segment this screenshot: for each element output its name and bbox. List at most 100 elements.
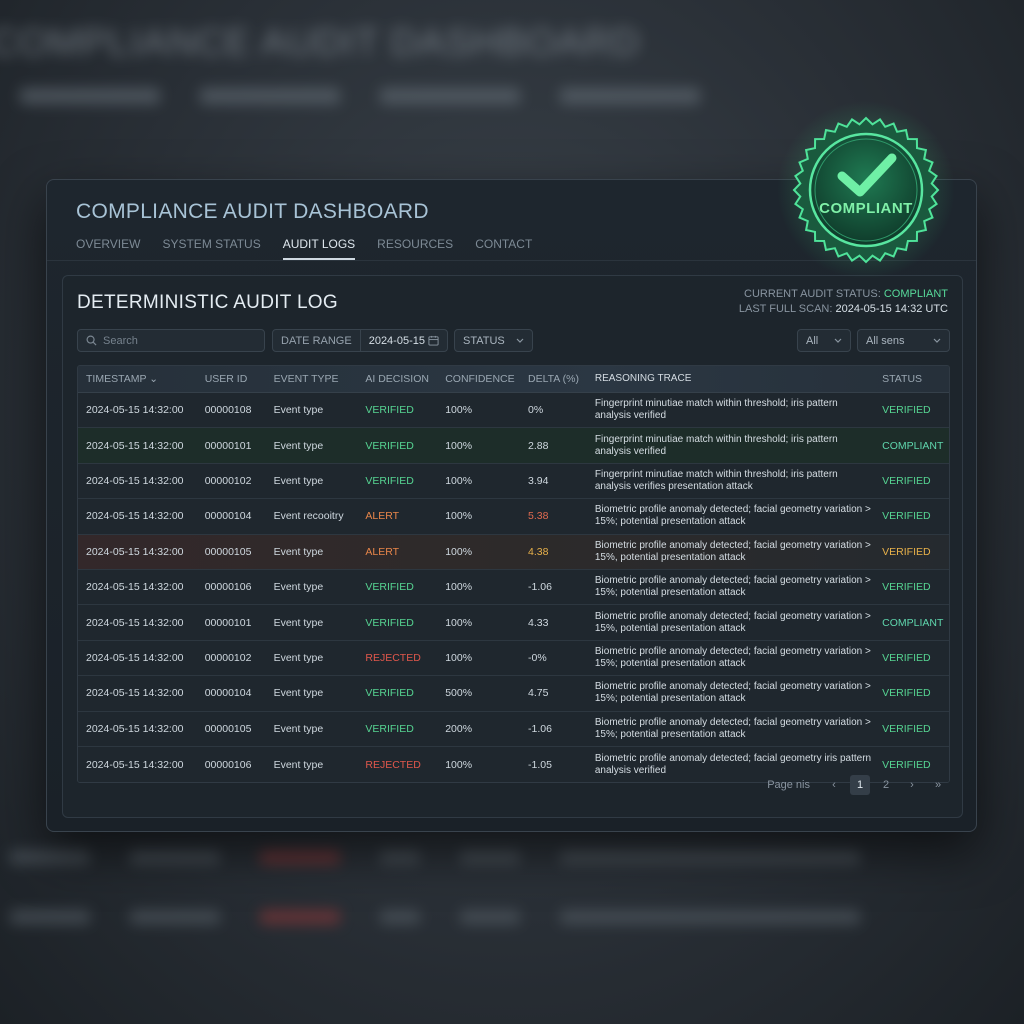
all-filter-select[interactable]: All [797, 329, 851, 352]
cell-delta: 2.88 [528, 439, 549, 452]
column-header-status[interactable]: STATUS [874, 373, 949, 385]
tab-system-status[interactable]: SYSTEM STATUS [162, 237, 260, 260]
cell-confidence: 100% [445, 510, 473, 523]
cell-confidence: 100% [445, 439, 473, 452]
cell-status: VERIFIED [882, 474, 931, 487]
cell-timestamp: 2024-05-15 14:32:00 [86, 722, 184, 735]
table-row[interactable]: 2024-05-15 14:32:00 00000102 Event type REJ… [78, 640, 949, 677]
search-box[interactable] [77, 329, 265, 352]
cell-reasoning-trace: Biometric profile anomaly detected; faci… [594, 645, 871, 669]
cell-timestamp: 2024-05-15 14:32:00 [86, 581, 184, 594]
table-row[interactable]: 2024-05-15 14:32:00 00000102 Event type VER… [78, 463, 949, 500]
cell-ai-decision: VERIFIED [365, 722, 414, 735]
cell-confidence: 100% [445, 758, 473, 771]
background-row [0, 840, 1024, 874]
cell-user-id: 00000101 [204, 616, 252, 629]
prev-page-button[interactable]: ‹ [824, 775, 844, 795]
app-title: COMPLIANCE AUDIT DASHBOARD [76, 200, 429, 223]
date-range-picker[interactable]: DATE RANGE 2024-05-15 [272, 329, 448, 352]
page-2-button[interactable]: 2 [876, 775, 896, 795]
cell-confidence: 100% [445, 404, 473, 417]
table-row[interactable]: 2024-05-15 14:32:00 00000101 Event type VER… [78, 428, 949, 464]
table-row[interactable]: 2024-05-15 14:32:00 00000104 Event type VER… [78, 676, 949, 712]
cell-status: VERIFIED [882, 722, 931, 735]
cell-delta: 4.33 [528, 616, 549, 629]
cell-ai-decision: REJECTED [365, 758, 421, 771]
cell-user-id: 00000105 [204, 722, 252, 735]
table-header: TIMESTAMP ⌄ USER ID EVENT TYPE AI DECISI… [78, 366, 949, 393]
cell-reasoning-trace: Fingerprint minutiae match within thresh… [594, 468, 838, 492]
nav-tabs: OVERVIEW SYSTEM STATUS AUDIT LOGS RESOUR… [76, 237, 532, 260]
cell-user-id: 00000105 [204, 545, 252, 558]
cell-delta: 4.38 [528, 545, 549, 558]
table-row[interactable]: 2024-05-15 14:32:00 00000108 Event type VER… [78, 393, 949, 429]
column-header-confidence[interactable]: CONFIDENCE [437, 373, 520, 385]
calendar-icon[interactable] [428, 335, 439, 346]
last-page-button[interactable]: » [928, 775, 948, 795]
audit-status-label: CURRENT AUDIT STATUS: [744, 288, 881, 300]
cell-user-id: 00000108 [204, 404, 252, 417]
table-row[interactable]: 2024-05-15 14:32:00 00000105 Event type VER… [78, 711, 949, 747]
table-row[interactable]: 2024-05-15 14:32:00 00000105 Event type ALE… [78, 534, 949, 570]
audit-log-panel: DETERMINISTIC AUDIT LOG CURRENT AUDIT ST… [62, 275, 963, 818]
cell-delta: 4.75 [528, 687, 549, 700]
cell-event-type: Event type [273, 651, 324, 664]
tab-contact[interactable]: CONTACT [475, 237, 532, 260]
cell-user-id: 00000104 [204, 510, 252, 523]
cell-confidence: 100% [445, 474, 473, 487]
next-page-button[interactable]: › [902, 775, 922, 795]
cell-timestamp: 2024-05-15 14:32:00 [86, 651, 184, 664]
cell-user-id: 00000104 [204, 687, 252, 700]
cell-event-type: Event type [273, 439, 324, 452]
table-row[interactable]: 2024-05-15 14:32:00 00000101 Event type VER… [78, 605, 949, 641]
table-row[interactable]: 2024-05-15 14:32:00 00000104 Event recooit… [78, 499, 949, 535]
column-header-ai-decision[interactable]: AI DECISION [357, 373, 437, 385]
cell-status: VERIFIED [882, 510, 931, 523]
cell-confidence: 100% [445, 651, 473, 664]
column-header-event-type[interactable]: EVENT TYPE [266, 373, 358, 385]
column-header-timestamp[interactable]: TIMESTAMP ⌄ [78, 373, 197, 385]
tab-overview[interactable]: OVERVIEW [76, 237, 140, 260]
cell-ai-decision: VERIFIED [365, 404, 414, 417]
table-body: 2024-05-15 14:32:00 00000108 Event type VER… [78, 393, 949, 783]
column-header-user-id[interactable]: USER ID [197, 373, 266, 385]
cell-status: COMPLIANT [882, 616, 944, 629]
cell-reasoning-trace: Biometric profile anomaly detected; faci… [594, 716, 871, 740]
cell-timestamp: 2024-05-15 14:32:00 [86, 687, 184, 700]
sort-chevron-icon: ⌄ [149, 373, 159, 385]
column-header-reasoning-trace[interactable]: REASONING TRACE [587, 373, 874, 385]
cell-delta: 5.38 [528, 510, 549, 523]
tab-resources[interactable]: RESOURCES [377, 237, 453, 260]
table-row[interactable]: 2024-05-15 14:32:00 00000106 Event type VER… [78, 569, 949, 606]
filter-bar: DATE RANGE 2024-05-15 STATUS All All sen… [77, 329, 950, 353]
cell-event-type: Event type [273, 687, 324, 700]
column-header-delta[interactable]: DELTA (%) [520, 373, 587, 385]
cell-ai-decision: REJECTED [365, 651, 421, 664]
cell-event-type: Event type [273, 474, 324, 487]
pagination: Page nis ‹ 1 2 › » [767, 775, 948, 795]
cell-reasoning-trace: Fingerprint minutiae match within thresh… [594, 433, 838, 457]
cell-user-id: 00000102 [204, 651, 252, 664]
cell-status: VERIFIED [882, 545, 931, 558]
pagination-label: Page nis [767, 779, 810, 791]
all-filter-value: All [806, 334, 819, 347]
date-range-label: DATE RANGE [273, 330, 361, 351]
status-filter-select[interactable]: STATUS [454, 329, 533, 352]
cell-event-type: Event type [273, 545, 324, 558]
cell-ai-decision: VERIFIED [365, 439, 414, 452]
cell-delta: -1.05 [528, 758, 552, 771]
tab-audit-logs[interactable]: AUDIT LOGS [282, 237, 356, 260]
cell-reasoning-trace: Biometric profile anomaly detected; faci… [594, 575, 871, 599]
cell-timestamp: 2024-05-15 14:32:00 [86, 439, 184, 452]
page-1-button[interactable]: 1 [850, 775, 870, 795]
sensitivity-filter-select[interactable]: All sens [857, 329, 950, 352]
cell-timestamp: 2024-05-15 14:32:00 [86, 510, 184, 523]
cell-reasoning-trace: Biometric profile anomaly detected; faci… [594, 539, 871, 563]
badge-label: COMPLIANT [819, 200, 913, 217]
cell-status: VERIFIED [882, 404, 931, 417]
audit-status-value: COMPLIANT [883, 288, 948, 300]
search-input[interactable] [103, 334, 253, 347]
cell-delta: -1.06 [528, 581, 552, 594]
cell-user-id: 00000106 [204, 758, 252, 771]
cell-status: COMPLIANT [882, 439, 944, 452]
